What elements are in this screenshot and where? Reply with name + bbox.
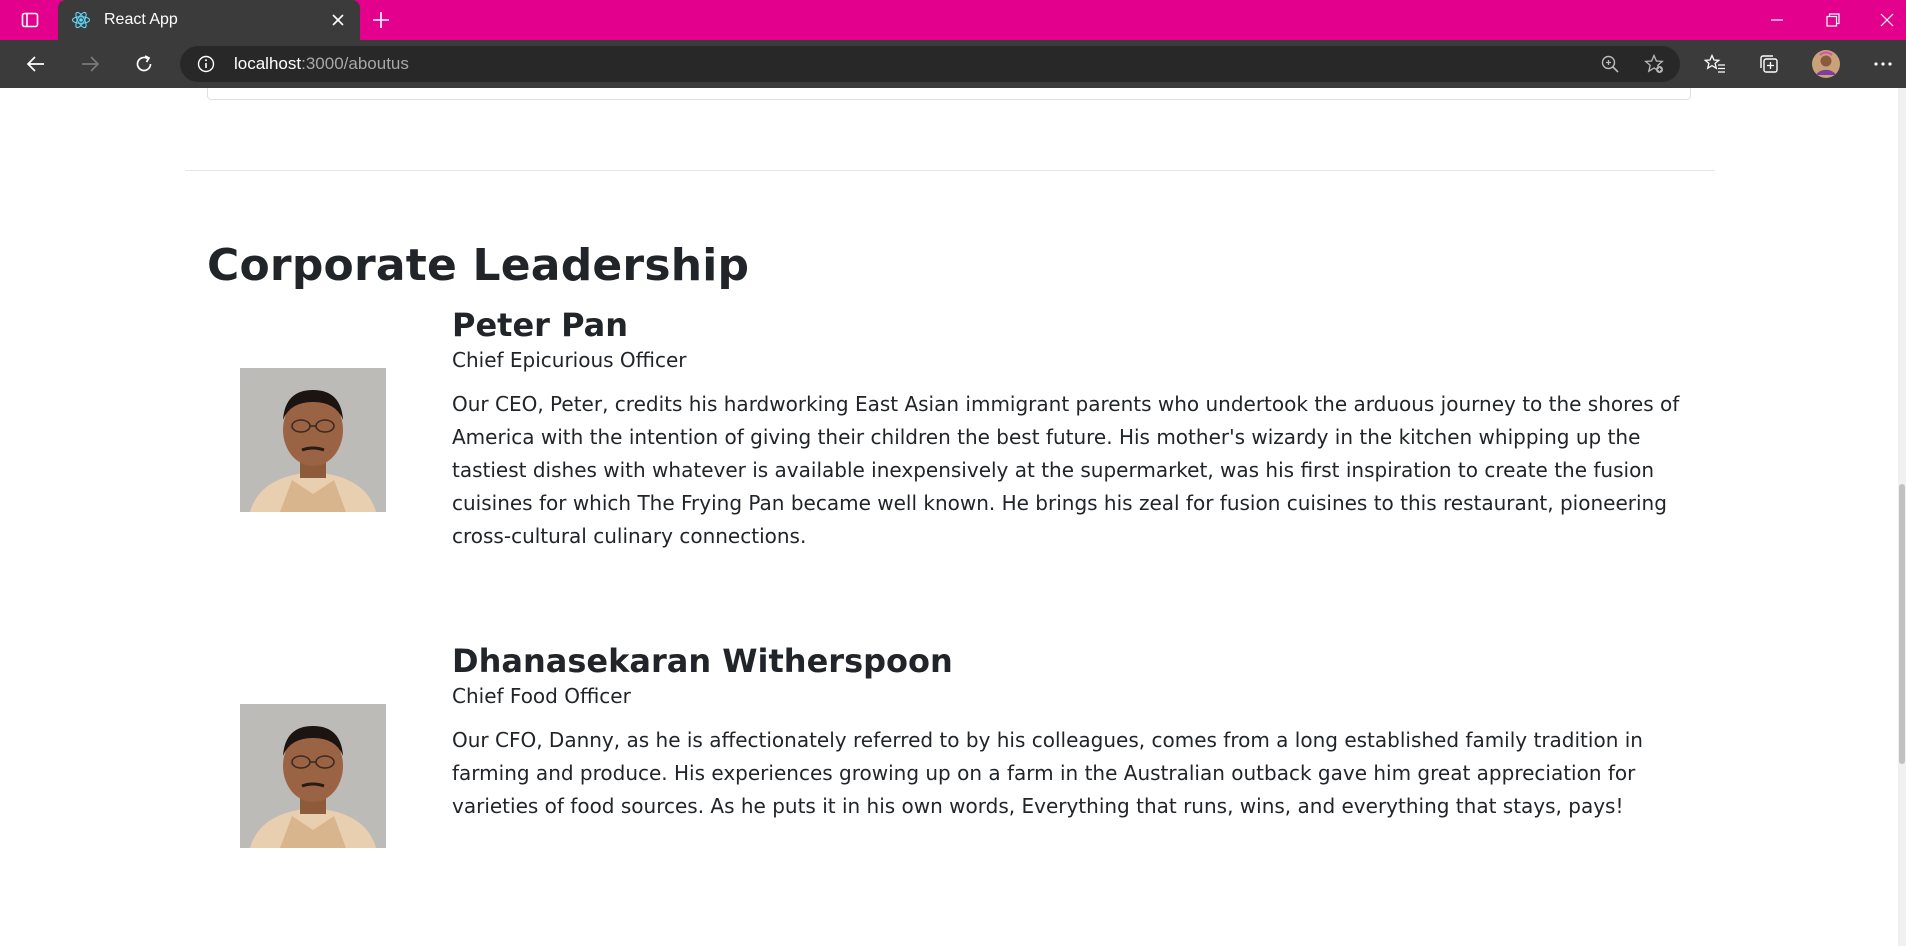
scrollbar-thumb[interactable] <box>1899 484 1905 764</box>
back-arrow-icon[interactable] <box>18 44 54 84</box>
leader-name: Peter Pan <box>452 306 629 344</box>
url-host: localhost <box>234 54 302 73</box>
collections-icon[interactable] <box>1752 44 1786 84</box>
refresh-icon[interactable] <box>126 44 162 84</box>
tab-react-app[interactable]: React App <box>58 0 360 40</box>
minimize-icon[interactable] <box>1762 0 1792 40</box>
page-content: Corporate Leadership Peter Pan Chief Epi… <box>0 88 1906 946</box>
section-divider <box>185 170 1715 171</box>
address-bar[interactable]: localhost:3000/aboutus <box>180 46 1680 82</box>
favorites-icon[interactable] <box>1698 44 1732 84</box>
forward-arrow-icon[interactable] <box>72 44 108 84</box>
leader-designation: Chief Epicurious Officer <box>452 348 687 372</box>
browser-tab-bar: React App <box>0 0 1906 40</box>
zoom-icon[interactable] <box>1596 46 1624 82</box>
add-favorite-icon[interactable] <box>1640 46 1668 82</box>
url-path: :3000/aboutus <box>301 54 409 73</box>
react-favicon-icon <box>70 0 92 40</box>
more-options-icon[interactable] <box>1866 44 1900 84</box>
tab-title: React App <box>104 11 178 28</box>
url-text[interactable]: localhost:3000/aboutus <box>234 46 409 82</box>
leader-designation: Chief Food Officer <box>452 684 631 708</box>
leader-description: Our CEO, Peter, credits his hardworking … <box>452 392 1680 548</box>
leader-photo <box>240 368 386 512</box>
vertical-scrollbar[interactable] <box>1898 88 1906 946</box>
leader-photo <box>240 704 386 848</box>
new-tab-icon[interactable] <box>366 0 396 40</box>
browser-toolbar: localhost:3000/aboutus <box>0 40 1906 88</box>
leader-name: Dhanasekaran Witherspoon <box>452 642 953 680</box>
close-window-icon[interactable] <box>1872 0 1902 40</box>
previous-card-edge <box>207 88 1691 100</box>
section-heading: Corporate Leadership <box>207 240 750 291</box>
leader-description: Our CFO, Danny, as he is affectionately … <box>452 728 1643 818</box>
tab-close-icon[interactable] <box>326 0 350 40</box>
restore-icon[interactable] <box>1818 0 1848 40</box>
tab-actions-icon[interactable] <box>14 0 46 40</box>
profile-avatar[interactable] <box>1808 44 1844 84</box>
site-info-icon[interactable] <box>194 46 218 82</box>
